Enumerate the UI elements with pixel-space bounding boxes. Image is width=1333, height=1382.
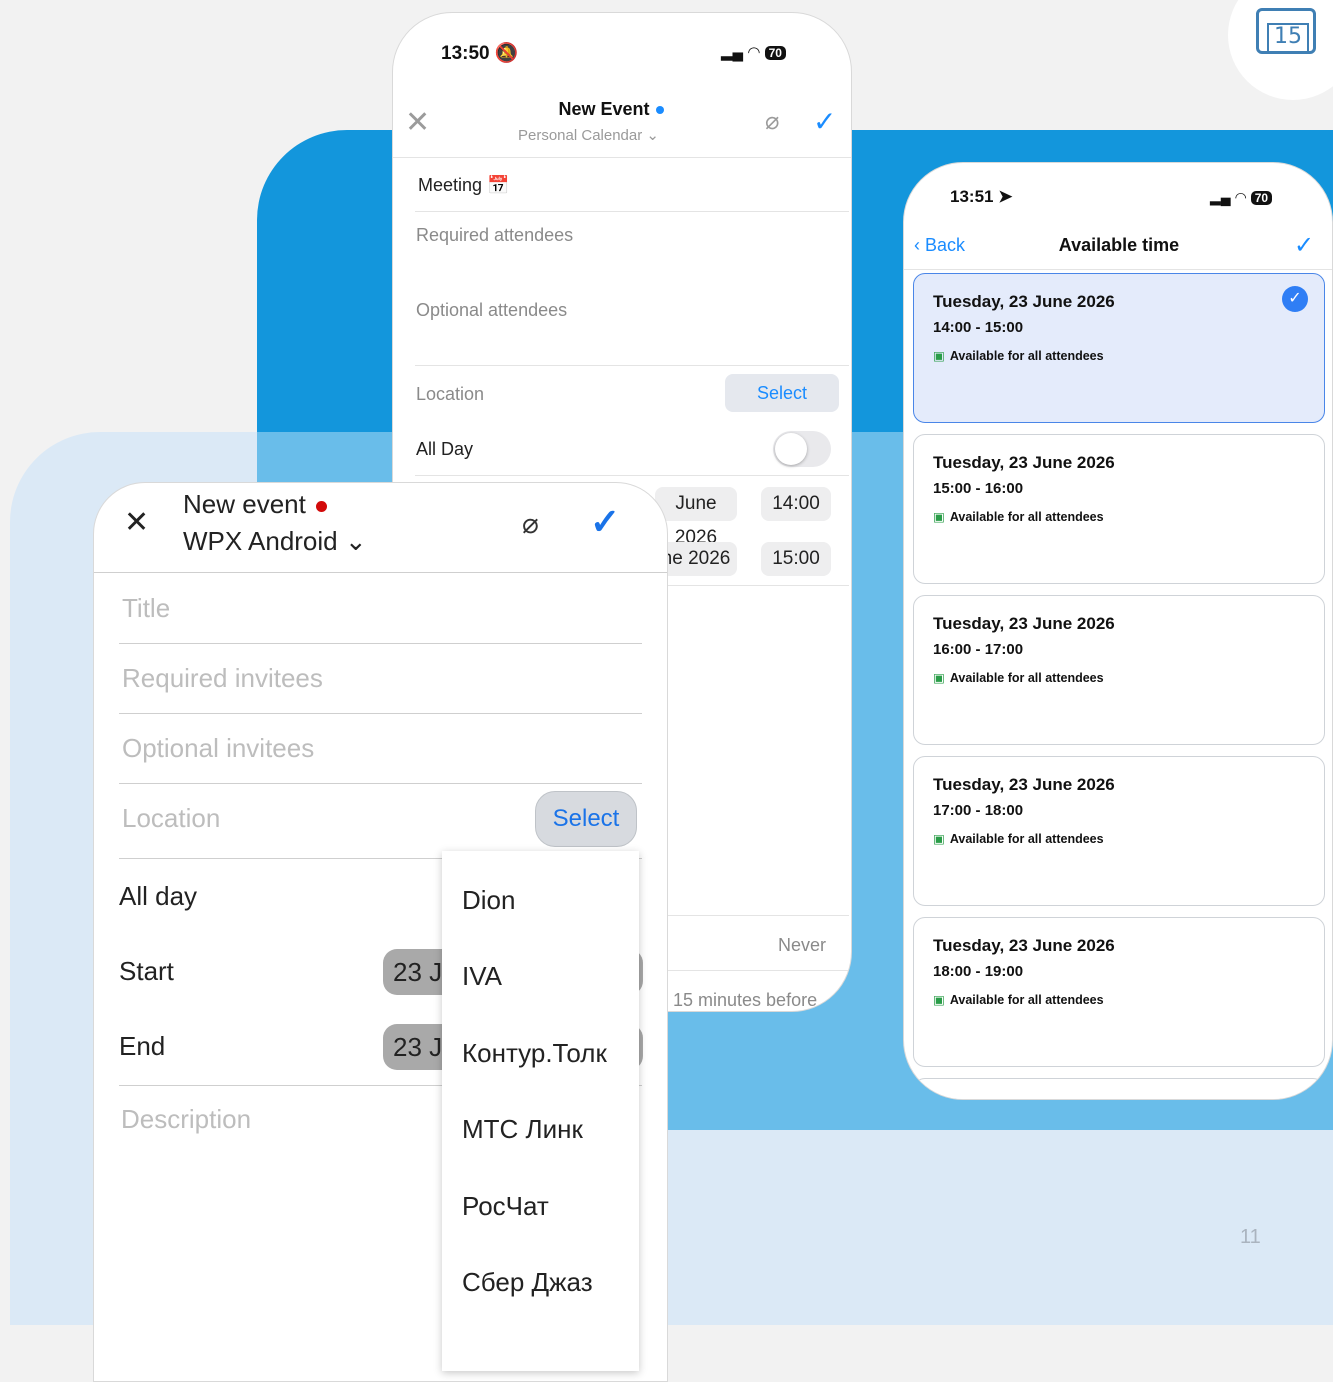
required-invitees-field[interactable]: Required invitees <box>122 663 323 694</box>
start-time-pill[interactable]: 14:00 <box>761 487 831 521</box>
menu-item[interactable]: Сбер Джаз <box>462 1267 593 1298</box>
end-label: End <box>119 1031 166 1061</box>
start-label: Start <box>119 956 174 986</box>
optional-invitees-field[interactable]: Optional invitees <box>122 733 314 764</box>
wifi-icon: ◠ <box>1234 189 1247 205</box>
calendar-selector[interactable]: WPX Android ⌄ <box>183 526 367 557</box>
unsaved-dot <box>315 500 327 512</box>
page-title: New event <box>183 489 327 520</box>
selected-check-icon: ✓ <box>1282 286 1308 312</box>
location-field[interactable]: Location <box>122 803 220 834</box>
required-attendees-field[interactable]: Required attendees <box>416 225 573 246</box>
signal-icon: ▂▄ <box>721 44 744 61</box>
time-slot-card[interactable]: Tuesday, 23 June 2026 14:00 - 15:00 ▣ Ava… <box>913 273 1325 423</box>
slot-availability: ▣ Available for all attendees <box>933 671 1104 685</box>
battery-icon: 70 <box>764 46 786 60</box>
divider <box>415 211 849 212</box>
end-time-pill[interactable]: 15:00 <box>761 542 831 576</box>
time-slot-card[interactable] <box>913 1078 1325 1099</box>
wifi-icon: ◠ <box>747 44 761 61</box>
slot-availability: ▣ Available for all attendees <box>933 349 1104 363</box>
menu-item[interactable]: Контур.Толк <box>462 1038 607 1069</box>
start-date-pill[interactable]: June 2026 <box>655 487 737 548</box>
divider <box>415 475 849 476</box>
slot-range: 15:00 - 16:00 <box>933 480 1024 497</box>
all-day-label: All Day <box>416 439 474 459</box>
optional-attendees-field[interactable]: Optional attendees <box>416 300 567 321</box>
title-field[interactable]: Title <box>122 593 170 624</box>
save-check-icon[interactable]: ✓ <box>813 105 836 138</box>
status-time: 13:50 🔕 <box>441 43 519 64</box>
all-day-toggle[interactable] <box>773 431 831 467</box>
all-day-label: All day <box>119 881 198 911</box>
attachment-icon[interactable]: ⌀ <box>765 107 779 136</box>
divider <box>119 713 642 714</box>
page-title: Available time <box>1058 235 1180 255</box>
location-select-button[interactable]: Select <box>535 791 637 847</box>
slot-availability: ▣ Available for all attendees <box>933 832 1104 846</box>
slot-availability: ▣ Available for all attendees <box>933 510 1104 524</box>
calendar-emoji-icon: 📅 <box>487 175 510 195</box>
slot-availability: ▣ Available for all attendees <box>933 993 1104 1007</box>
calendar-check-icon: ▣ <box>933 993 945 1007</box>
available-time-screen: 13:51 ➤ ▂▄ ◠ 70 ‹ Back Available time ✓ … <box>903 162 1333 1100</box>
description-field[interactable]: Description <box>121 1104 251 1135</box>
status-indicators: ▂▄ ◠ 70 <box>1210 189 1273 206</box>
battery-icon: 70 <box>1250 191 1273 205</box>
location-field[interactable]: Location <box>416 384 484 405</box>
location-select-button[interactable]: Select <box>725 374 839 412</box>
calendar-selector[interactable]: Personal Calendar ⌄ <box>483 126 808 144</box>
time-slot-card[interactable]: Tuesday, 23 June 2026 16:00 - 17:00 ▣ Ava… <box>913 595 1325 745</box>
calendar-check-icon: ▣ <box>933 671 945 685</box>
signal-icon: ▂▄ <box>1210 189 1231 205</box>
back-button[interactable]: ‹ Back <box>914 235 965 256</box>
menu-item[interactable]: IVA <box>462 961 502 992</box>
slot-date: Tuesday, 23 June 2026 <box>933 292 1115 311</box>
calendar-check-icon: ▣ <box>933 510 945 524</box>
location-dropdown-menu: Dion IVA Контур.Толк МТС Линк РосЧат Сбе… <box>442 851 639 1371</box>
time-slot-card[interactable]: Tuesday, 23 June 2026 17:00 - 18:00 ▣ Ava… <box>913 756 1325 906</box>
calendar-icon: 15 <box>1256 8 1316 54</box>
divider <box>94 572 667 573</box>
page-number: 11 <box>1240 1226 1261 1248</box>
chevron-down-icon: ⌄ <box>646 127 659 144</box>
slot-range: 17:00 - 18:00 <box>933 802 1024 819</box>
divider <box>393 157 851 158</box>
divider <box>119 783 642 784</box>
android-new-event-screen: ✕ New event WPX Android ⌄ ⌀ ✓ Title Requ… <box>93 482 668 1382</box>
time-slot-card[interactable]: Tuesday, 23 June 2026 18:00 - 19:00 ▣ Ava… <box>913 917 1325 1067</box>
slot-range: 16:00 - 17:00 <box>933 641 1024 658</box>
slot-date: Tuesday, 23 June 2026 <box>933 936 1115 955</box>
save-check-icon[interactable]: ✓ <box>590 501 620 543</box>
menu-item[interactable]: РосЧат <box>462 1191 549 1222</box>
menu-item[interactable]: МТС Линк <box>462 1114 583 1145</box>
bell-mute-icon: 🔕 <box>494 43 519 64</box>
menu-item[interactable]: Dion <box>462 885 515 916</box>
status-indicators: ▂▄ ◠ 70 <box>721 43 786 61</box>
slot-date: Tuesday, 23 June 2026 <box>933 453 1115 472</box>
subject-field[interactable]: Meeting 📅 <box>418 175 509 196</box>
close-icon[interactable]: ✕ <box>405 105 430 140</box>
close-icon[interactable]: ✕ <box>124 505 149 540</box>
alert-value[interactable]: 15 minutes before <box>673 990 817 1011</box>
slot-range: 14:00 - 15:00 <box>933 319 1024 336</box>
slot-date: Tuesday, 23 June 2026 <box>933 775 1115 794</box>
attachment-icon[interactable]: ⌀ <box>522 507 539 540</box>
location-arrow-icon: ➤ <box>998 187 1013 206</box>
divider <box>119 643 642 644</box>
unsaved-dot <box>655 106 664 115</box>
calendar-check-icon: ▣ <box>933 349 945 363</box>
calendar-check-icon: ▣ <box>933 832 945 846</box>
divider <box>415 365 849 366</box>
divider <box>904 269 1332 270</box>
slot-range: 18:00 - 19:00 <box>933 963 1024 980</box>
confirm-check-icon[interactable]: ✓ <box>1294 231 1314 260</box>
repeat-value[interactable]: Never <box>778 935 826 956</box>
page-title: New Event <box>513 99 709 120</box>
chevron-down-icon: ⌄ <box>344 526 367 556</box>
time-slot-card[interactable]: Tuesday, 23 June 2026 15:00 - 16:00 ▣ Ava… <box>913 434 1325 584</box>
chevron-left-icon: ‹ <box>914 235 920 255</box>
slot-date: Tuesday, 23 June 2026 <box>933 614 1115 633</box>
status-time: 13:51 ➤ <box>950 187 1013 206</box>
